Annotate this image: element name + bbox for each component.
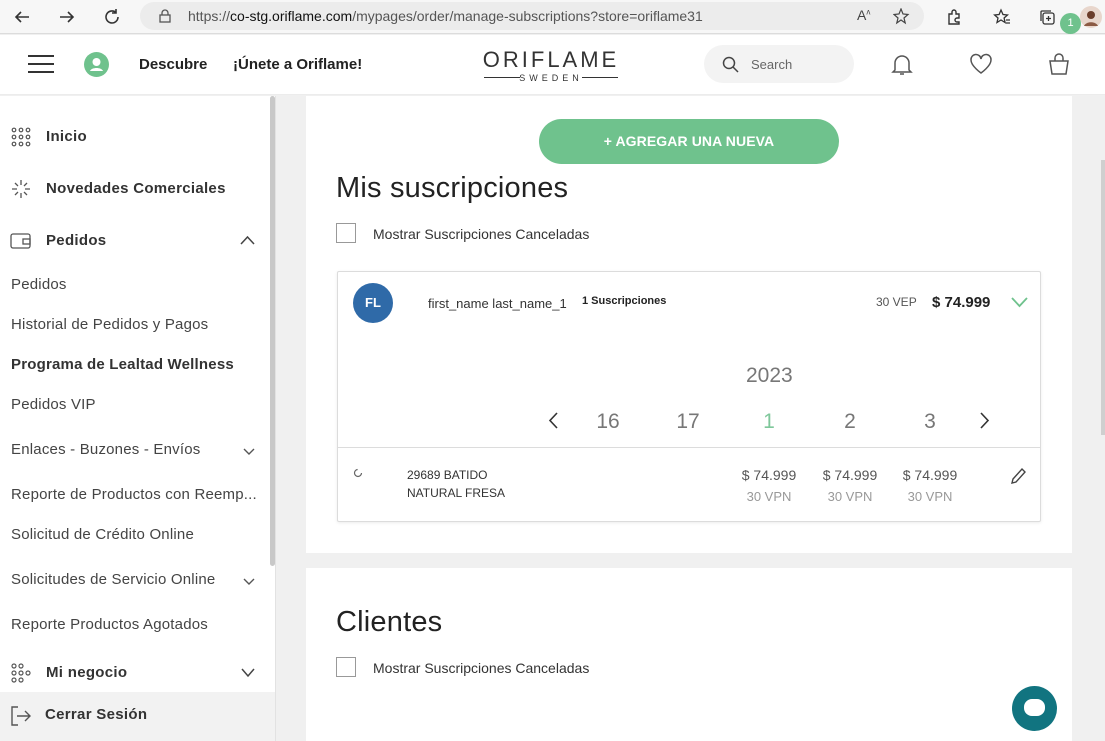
refresh-icon[interactable]	[98, 3, 126, 31]
network-icon	[11, 663, 31, 683]
favorite-add-icon[interactable]	[893, 8, 910, 25]
browser-toolbar: https://co-stg.oriflame.com/mypages/orde…	[0, 0, 1105, 34]
calendar-year: 2023	[746, 364, 793, 387]
chevron-down-icon[interactable]	[243, 575, 255, 587]
product-price: $ 74.999	[822, 467, 878, 483]
show-cancelled-label: Mostrar Suscripciones Canceladas	[373, 226, 590, 242]
loading-icon	[353, 468, 363, 478]
product-vpn: 30 VPN	[907, 489, 953, 504]
url-text: https://co-stg.oriflame.com/mypages/orde…	[188, 8, 703, 24]
favorites-icon[interactable]	[988, 3, 1016, 31]
site-header: Descubre ¡Únete a Oriflame! ORIFLAME SWE…	[0, 35, 1105, 95]
sidebar-sub-credito[interactable]: Solicitud de Crédito Online	[11, 526, 194, 543]
sidebar-sub-pedidos[interactable]: Pedidos	[11, 276, 67, 293]
add-new-button[interactable]: + AGREGAR UNA NUEVA	[539, 119, 839, 164]
back-icon[interactable]	[8, 3, 36, 31]
calendar-period[interactable]: 16	[593, 410, 623, 434]
page-scrollbar[interactable]	[1101, 160, 1105, 435]
chevron-up-icon	[240, 235, 255, 245]
search-input[interactable]: Search	[704, 45, 854, 83]
chat-button[interactable]	[1012, 686, 1057, 731]
calendar-period-active[interactable]: 1	[754, 410, 784, 434]
forward-icon[interactable]	[53, 3, 81, 31]
product-price: $ 74.999	[741, 467, 797, 483]
sidebar-sub-historial[interactable]: Historial de Pedidos y Pagos	[11, 316, 208, 333]
page-title: Mis suscripciones	[336, 172, 569, 204]
chevron-right-icon[interactable]	[979, 412, 990, 429]
lock-icon	[159, 9, 171, 23]
extensions-icon[interactable]	[940, 3, 968, 31]
product-name: 29689 BATIDO NATURAL FRESA	[407, 468, 506, 500]
clients-title: Clientes	[336, 606, 443, 638]
cart-count-badge: 1	[1060, 13, 1081, 34]
chevron-left-icon[interactable]	[548, 412, 559, 429]
nav-join[interactable]: ¡Únete a Oriflame!	[233, 56, 362, 73]
clients-show-cancelled-label: Mostrar Suscripciones Canceladas	[373, 660, 590, 676]
oriflame-logo[interactable]: ORIFLAME SWEDEN	[482, 47, 620, 85]
user-avatar[interactable]	[84, 52, 109, 77]
sidebar-sub-vip[interactable]: Pedidos VIP	[11, 396, 96, 413]
product-vpn: 30 VPN	[827, 489, 873, 504]
chevron-down-icon[interactable]	[243, 445, 255, 457]
chevron-down-icon[interactable]	[1011, 297, 1028, 308]
pencil-icon[interactable]	[1010, 467, 1027, 485]
sparkle-icon	[12, 180, 30, 198]
clients-card	[306, 568, 1072, 741]
chevron-down-icon	[241, 668, 255, 678]
sidebar-sub-servicio[interactable]: Solicitudes de Servicio Online	[11, 571, 215, 588]
logout-icon	[11, 706, 31, 726]
product-vpn: 30 VPN	[746, 489, 792, 504]
read-aloud-icon[interactable]: Aʌ	[857, 7, 870, 23]
nav-discover[interactable]: Descubre	[139, 56, 207, 73]
sidebar-sub-reporte-reemp[interactable]: Reporte de Productos con Reemp...	[11, 486, 257, 503]
heart-icon[interactable]	[968, 51, 994, 77]
sidebar-scrollbar[interactable]	[270, 96, 275, 566]
wallet-icon	[10, 233, 31, 249]
divider	[338, 447, 1040, 448]
clients-show-cancelled-checkbox[interactable]	[336, 657, 356, 677]
calendar-period[interactable]: 17	[673, 410, 703, 434]
search-icon	[722, 56, 739, 73]
grid-icon	[11, 127, 31, 147]
bell-icon[interactable]	[889, 51, 915, 77]
subscription-count: 1 Suscripciones	[582, 295, 667, 307]
vep-value: 30 VEP	[876, 295, 917, 309]
show-cancelled-checkbox[interactable]	[336, 223, 356, 243]
product-price: $ 74.999	[902, 467, 958, 483]
sidebar-sub-enlaces[interactable]: Enlaces - Buzones - Envíos	[11, 441, 200, 458]
profile-icon[interactable]	[1077, 3, 1105, 31]
collections-icon[interactable]	[1033, 3, 1061, 31]
subscription-total: $ 74.999	[932, 294, 991, 311]
address-bar[interactable]: https://co-stg.oriflame.com/mypages/orde…	[140, 2, 924, 30]
subscriber-name: first_name last_name_1	[428, 296, 567, 311]
logout-button[interactable]: Cerrar Sesión	[0, 692, 275, 741]
sidebar-sub-agotados[interactable]: Reporte Productos Agotados	[11, 616, 208, 633]
menu-icon[interactable]	[28, 55, 54, 73]
sidebar-sub-lealtad[interactable]: Programa de Lealtad Wellness	[11, 356, 234, 373]
subscriber-avatar: FL	[353, 283, 393, 323]
calendar-period[interactable]: 2	[835, 410, 865, 434]
sidebar: Inicio Novedades Comerciales Pedidos Ped…	[0, 96, 276, 741]
cart-icon[interactable]	[1046, 51, 1072, 77]
calendar-period[interactable]: 3	[915, 410, 945, 434]
